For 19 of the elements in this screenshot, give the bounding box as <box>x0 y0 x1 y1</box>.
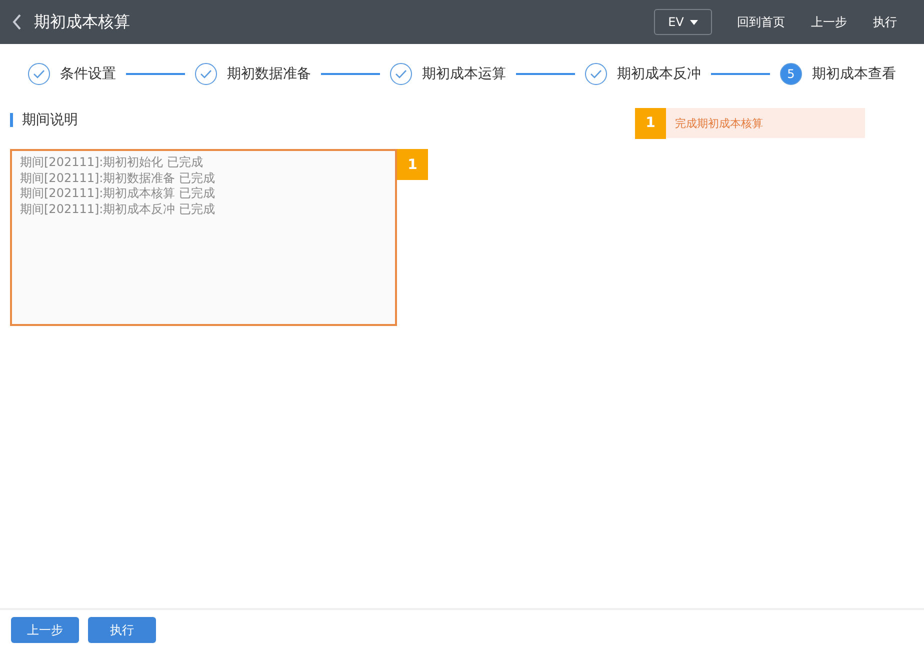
step-number: 5 <box>780 63 802 85</box>
footer-button[interactable]: 上一步 <box>11 617 79 643</box>
header-action-button[interactable]: 上一步 <box>800 14 858 30</box>
page-title: 期初成本核算 <box>34 12 131 32</box>
annotation-text: 完成期初成本核算 <box>675 116 763 130</box>
language-dropdown[interactable]: EV <box>654 9 712 35</box>
step-label: 期初成本查看 <box>812 65 896 83</box>
annotation-badge: 1 <box>635 108 666 138</box>
footer-button[interactable]: 执行 <box>88 617 156 643</box>
header-action-button[interactable]: 回到首页 <box>726 14 796 30</box>
section-title: 期间说明 <box>22 111 78 129</box>
annotation-badge: 1 <box>397 149 428 180</box>
caret-icon <box>690 20 698 24</box>
step-label: 期初数据准备 <box>227 65 311 83</box>
step-label: 条件设置 <box>60 65 116 83</box>
back-icon[interactable] <box>12 14 22 30</box>
header-action-button[interactable]: 执行 <box>862 14 908 30</box>
step-label: 期初成本运算 <box>422 65 506 83</box>
step-label: 期初成本反冲 <box>617 65 701 83</box>
